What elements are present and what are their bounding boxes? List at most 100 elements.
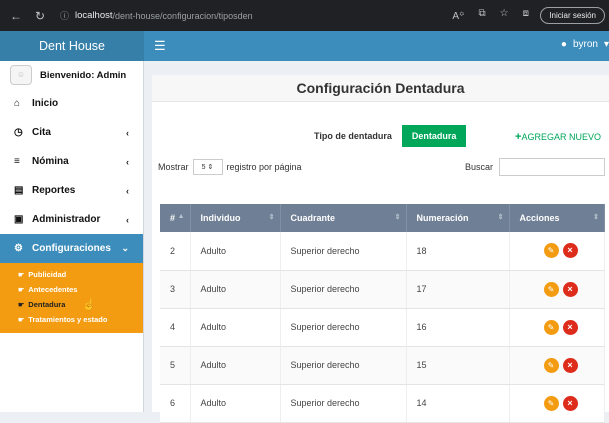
tab-tipo-dentadura[interactable]: Tipo de dentadura — [306, 131, 400, 141]
submenu-item-label: Dentadura — [28, 300, 66, 309]
sign-in-button[interactable]: Iniciar sesión — [540, 7, 605, 24]
sidebar-item-configuraciones[interactable]: ⚙ Configuraciones ⌄ — [0, 234, 143, 263]
column-header-individuo[interactable]: Individuo ⇕ — [190, 204, 281, 232]
cell-actions: ✎ × — [509, 270, 605, 309]
select-arrows-icon: ⇕ — [205, 164, 214, 171]
chevron-left-icon: ‹ — [126, 214, 129, 225]
top-navbar: ☰ ● byron ▾ — [144, 31, 609, 61]
submenu-item-label: Tratamientos y estado — [28, 315, 108, 324]
cell-num: 4 — [160, 308, 191, 347]
lock-icon: ▣ — [14, 214, 24, 225]
delete-icon[interactable]: × — [562, 319, 578, 335]
cell-numeracion: 17 — [406, 270, 510, 309]
per-page-label: registro por página — [226, 162, 302, 172]
delete-icon[interactable]: × — [562, 395, 578, 411]
cell-numeracion: 14 — [406, 384, 510, 423]
app-header: Dent House ☰ ● byron ▾ — [0, 31, 609, 61]
column-header-num[interactable]: # ▲ — [160, 204, 191, 232]
cell-numeracion: 16 — [406, 308, 510, 347]
page-title: Configuración Dentadura — [152, 75, 609, 102]
submenu-item-dentadura[interactable]: ☛ Dentadura — [0, 297, 143, 312]
submenu-item-antecedentes[interactable]: ☛ Antecedentes — [0, 282, 143, 297]
hand-pointer-icon: ☛ — [18, 286, 25, 294]
cell-individuo: Adulto — [190, 308, 281, 347]
add-new-button[interactable]: +AGREGAR NUEVO — [515, 131, 601, 143]
submenu-item-publicidad[interactable]: ☛ Publicidad — [0, 267, 143, 282]
menu-toggle-icon[interactable]: ☰ — [154, 38, 166, 54]
submenu-item-tratamientos[interactable]: ☛ Tratamientos y estado — [0, 312, 143, 327]
user-icon: ● — [560, 39, 567, 50]
list-icon: ≡ — [14, 156, 20, 167]
home-icon: ⌂ — [14, 98, 21, 109]
cell-numeracion: 18 — [406, 232, 510, 271]
column-header-numeracion[interactable]: Numeración ⇕ — [406, 204, 510, 232]
table-row: 2 Adulto Superior derecho 18 ✎ × — [160, 232, 605, 271]
sidebar-item-label: Reportes — [32, 185, 76, 196]
brand-logo[interactable]: Dent House — [0, 31, 144, 61]
add-new-label: AGREGAR NUEVO — [521, 132, 601, 142]
reload-icon[interactable]: ↻ — [32, 9, 48, 23]
favorite-icon[interactable]: ☆ — [500, 8, 509, 22]
sidebar-item-label: Inicio — [32, 98, 59, 109]
sidebar-item-nomina[interactable]: ≡ Nómina ‹ — [0, 147, 143, 176]
sidebar-item-cita[interactable]: ◷ Cita ‹ — [0, 118, 143, 147]
edit-icon[interactable]: ✎ — [543, 357, 559, 373]
tab-dentadura[interactable]: Dentadura — [401, 125, 467, 147]
cell-individuo: Adulto — [190, 384, 281, 423]
dentadura-table: # ▲ Individuo ⇕ Cuadrante ⇕ Numeración ⇕ Acc… — [160, 204, 605, 423]
back-icon[interactable]: ← — [8, 9, 24, 23]
search-input[interactable] — [499, 158, 605, 176]
avatar: ☺ — [10, 65, 32, 85]
chevron-down-icon: ⌄ — [121, 243, 129, 253]
cell-individuo: Adulto — [190, 346, 281, 385]
sidebar-item-label: Nómina — [32, 156, 69, 167]
caret-down-icon: ▾ — [603, 39, 609, 50]
table-row: 6 Adulto Superior derecho 14 ✎ × — [160, 384, 605, 423]
page-length-select[interactable]: 5 ⇕ — [192, 159, 223, 175]
cell-cuadrante: Superior derecho — [280, 384, 407, 423]
cell-individuo: Adulto — [190, 232, 281, 271]
cell-cuadrante: Superior derecho — [280, 270, 407, 309]
edit-icon[interactable]: ✎ — [543, 319, 559, 335]
sidebar-item-reportes[interactable]: ▤ Reportes ‹ — [0, 176, 143, 205]
delete-icon[interactable]: × — [562, 243, 578, 259]
column-header-acciones[interactable]: Acciones ⇕ — [509, 204, 605, 232]
delete-icon[interactable]: × — [562, 357, 578, 373]
info-icon[interactable]: ⓘ — [60, 9, 69, 22]
hand-pointer-icon: ☛ — [18, 301, 25, 309]
sort-icon: ⇕ — [268, 214, 275, 221]
search-control: Buscar — [465, 158, 605, 176]
edit-icon[interactable]: ✎ — [543, 281, 559, 297]
collections-icon[interactable]: ⧈ — [523, 8, 529, 22]
table-header-row: # ▲ Individuo ⇕ Cuadrante ⇕ Numeración ⇕ Acc… — [160, 204, 605, 232]
cell-cuadrante: Superior derecho — [280, 308, 407, 347]
sidebar-item-inicio[interactable]: ⌂ Inicio — [0, 89, 143, 118]
column-header-cuadrante[interactable]: Cuadrante ⇕ — [280, 204, 407, 232]
sort-icon: ⇕ — [497, 214, 504, 221]
address-bar[interactable]: ⓘ localhost /dent-house/configuracion/ti… — [60, 6, 500, 25]
chevron-left-icon: ‹ — [126, 156, 129, 167]
cell-num: 2 — [160, 232, 191, 271]
edit-icon[interactable]: ✎ — [543, 243, 559, 259]
sidebar-item-label: Administrador — [32, 214, 101, 225]
extensions-icon[interactable]: ⧉ — [479, 8, 486, 22]
delete-icon[interactable]: × — [562, 281, 578, 297]
cell-actions: ✎ × — [509, 308, 605, 347]
cell-actions: ✎ × — [509, 384, 605, 423]
chevron-left-icon: ‹ — [126, 185, 129, 196]
sidebar-item-administrador[interactable]: ▣ Administrador ‹ — [0, 205, 143, 234]
hand-pointer-icon: ☛ — [18, 271, 25, 279]
sidebar: ☺ Bienvenido: Admin ⌂ Inicio ◷ Cita ‹ ≡ … — [0, 61, 144, 412]
browser-toolbar: ← ↻ ⓘ localhost /dent-house/configuracio… — [0, 0, 609, 31]
edit-icon[interactable]: ✎ — [543, 395, 559, 411]
cell-actions: ✎ × — [509, 232, 605, 271]
tab-bar: Tipo de dentadura Dentadura — [306, 125, 467, 147]
page-length-control: Mostrar 5 ⇕ registro por página — [158, 159, 302, 175]
file-icon: ▤ — [14, 185, 24, 196]
user-menu[interactable]: ● byron ▾ — [561, 39, 609, 50]
sort-asc-icon: ▲ — [177, 213, 185, 220]
cell-actions: ✎ × — [509, 346, 605, 385]
read-aloud-icon[interactable]: A꙳ — [452, 8, 464, 22]
url-host: localhost — [75, 10, 113, 21]
user-name: byron — [572, 39, 598, 50]
